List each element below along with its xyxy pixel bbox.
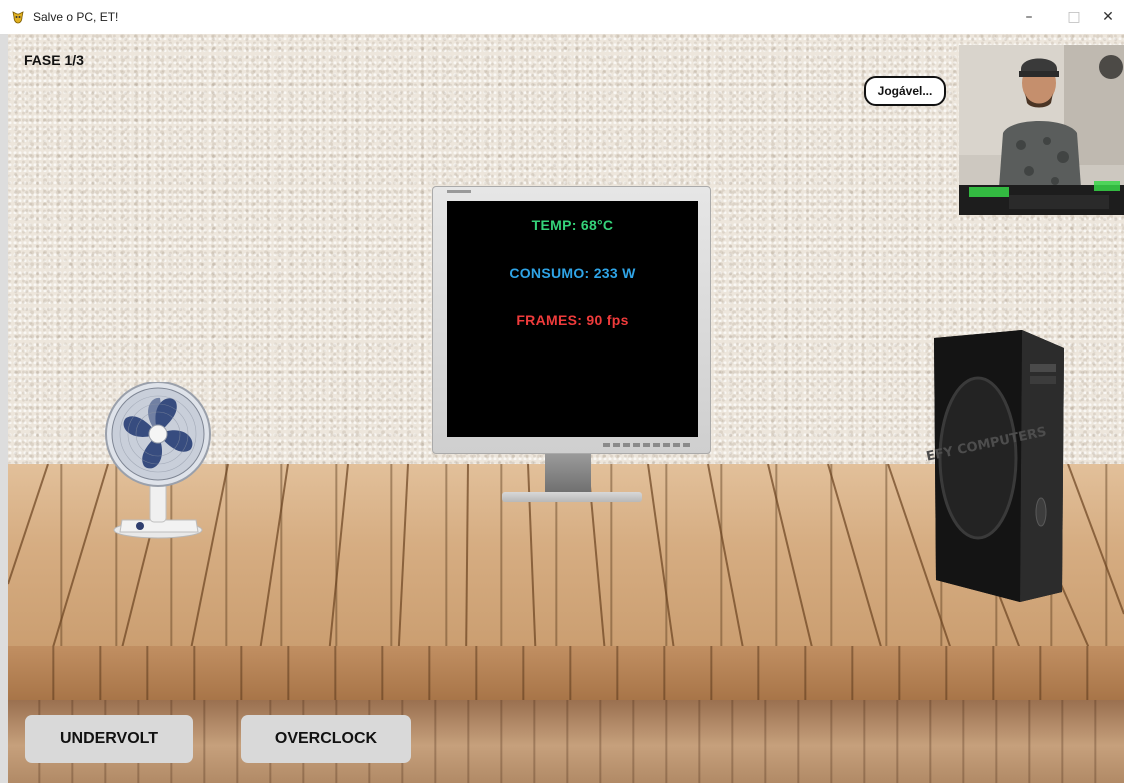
monitor-screen: TEMP: 68°C CONSUMO: 233 W FRAMES: 90 fps — [447, 201, 698, 437]
power-consumption-readout: CONSUMO: 233 W — [509, 265, 636, 281]
undervolt-button[interactable]: UNDERVOLT — [25, 715, 193, 763]
temperature-readout: TEMP: 68°C — [531, 217, 614, 233]
streamer-webcam-image — [959, 45, 1124, 215]
window-title: Salve o PC, ET! — [33, 10, 119, 24]
title-bar[interactable]: Salve o PC, ET! – □ ✕ — [0, 0, 1124, 34]
table-edge — [8, 646, 1124, 700]
monitor-control-buttons — [603, 443, 690, 447]
game-canvas: FASE 1/3 Jogável... TEMP: 68°C CONSUMO: … — [8, 34, 1124, 783]
monitor: TEMP: 68°C CONSUMO: 233 W FRAMES: 90 fps — [432, 186, 711, 454]
game-window: Salve o PC, ET! – □ ✕ FASE 1/3 Jogável..… — [0, 0, 1124, 783]
webcam-feed — [959, 45, 1124, 215]
app-icon — [12, 11, 24, 24]
phase-indicator: FASE 1/3 — [24, 52, 84, 68]
overclock-button[interactable]: OVERCLOCK — [241, 715, 411, 763]
close-button[interactable]: ✕ — [1092, 0, 1124, 34]
speech-bubble: Jogável... — [864, 76, 946, 106]
fan-icon[interactable] — [100, 382, 220, 542]
maximize-button[interactable]: □ — [1051, 0, 1097, 34]
monitor-stand-base — [502, 492, 642, 502]
pc-tower-icon[interactable]: BEEFY COMPUTERS — [926, 330, 1072, 605]
frames-readout: FRAMES: 90 fps — [516, 312, 629, 328]
minimize-button[interactable]: – — [1006, 0, 1052, 34]
monitor-stand-neck — [545, 454, 591, 494]
monitor-brand-mark — [447, 190, 471, 193]
